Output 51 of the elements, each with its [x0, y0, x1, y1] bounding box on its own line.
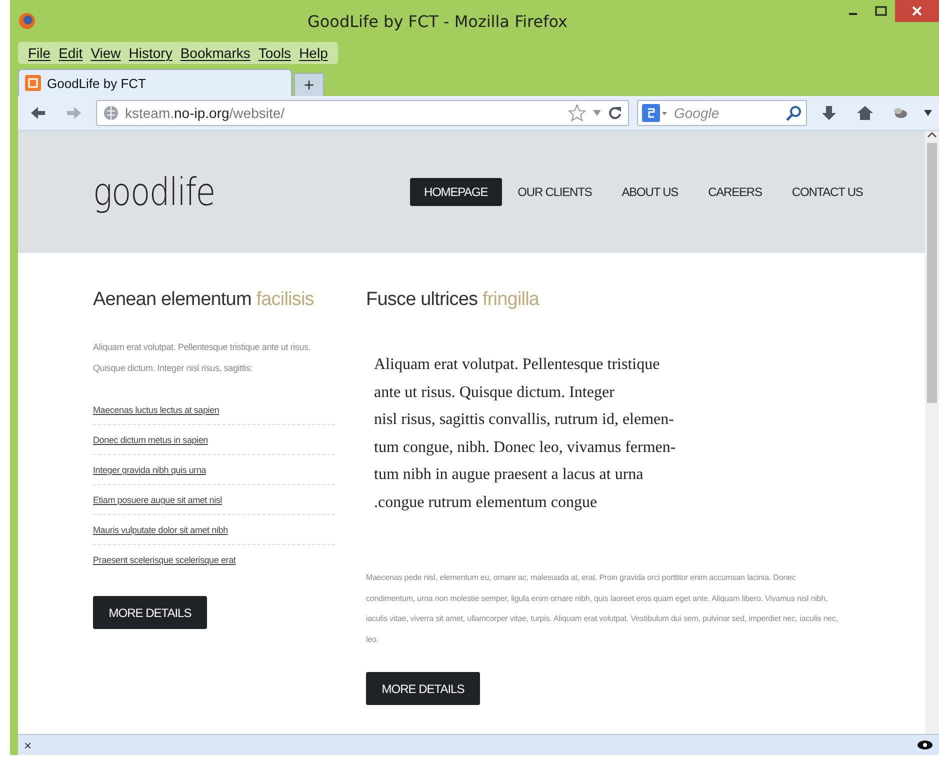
list-link[interactable]: Praesent scelerisque scelerisque erat [93, 555, 236, 565]
search-bar[interactable]: Google [637, 100, 807, 126]
nav-link[interactable]: OUR CLIENTS [504, 178, 606, 206]
menu-item[interactable]: File [24, 45, 55, 61]
reload-icon[interactable] [608, 106, 622, 120]
dropdown-icon[interactable] [592, 109, 602, 117]
menu-item[interactable]: Tools [254, 45, 296, 61]
menu-item[interactable]: Help [295, 45, 332, 61]
close-button[interactable] [895, 0, 939, 22]
more-details-button[interactable]: MORE DETAILS [93, 596, 207, 629]
list-link[interactable]: Etiam posuere augue sit amet nisl [93, 495, 222, 505]
star-icon[interactable] [568, 104, 586, 122]
browser-logo-icon [18, 12, 36, 30]
body-paragraph: Maecenas pede nisl, elementum eu, ornare ac, malesuada at, erat. Proin gravida orci porttitor enim accumsan lacinia. Donec condimentum, urna non molestie semper, ligula enim ornare nibh, quis laoreet eros quam eget ante. Aliquam libero. Vivamus nisl nibh, iaculis vitae, viverra sit amet, ullamcorper vitae, turpis. Aliquam erat volutpat. Vestibulum dui sem, pulvinar sed, imperdiet nec, iaculis nec, leo. [366, 572, 840, 646]
maximize-icon[interactable] [875, 6, 887, 16]
scrollbar[interactable] [925, 131, 939, 734]
close-addon-bar-button[interactable]: × [24, 738, 32, 752]
quote-paragraph: Aliquam erat volutpat. Pellentesque tristique ante ut risus. Quisque dictum. Integer nisl risus, sagittis convallis, rutrum id, elemen- tum congue, nibh. Donec leo, vivamus fermen- tum nibh in augue praesent a lacus at urna .congue rutrum elementum congue [374, 355, 677, 512]
menu-item[interactable]: Edit [54, 45, 87, 61]
menu-dropdown-icon[interactable] [923, 109, 933, 117]
site-favicon-icon [25, 75, 41, 91]
globe-icon [103, 105, 119, 121]
site-logo[interactable]: goodlife [93, 170, 362, 214]
browser-tab[interactable]: GoodLife by FCT [18, 69, 292, 96]
nav-link[interactable]: HOMEPAGE [410, 178, 502, 206]
eye-icon[interactable] [917, 740, 933, 750]
scroll-up-icon[interactable] [927, 131, 937, 139]
nav-link[interactable]: CONTACT US [778, 178, 877, 206]
list-link[interactable]: Maecenas luctus lectus at sapien [93, 405, 220, 415]
search-icon[interactable] [786, 105, 802, 121]
menu-item[interactable]: Bookmarks [176, 45, 254, 61]
intro-text: Aliquam erat volutpat. Pellentesque tristique ante ut risus. Quisque dictum. Integer nisl risus, sagittis: [93, 341, 312, 375]
url-text: ksteam.no-ip.org/website/ [125, 105, 286, 121]
nav-link[interactable]: CAREERS [694, 178, 776, 206]
section-heading: Fusce ultrices fringilla [366, 289, 540, 311]
home-icon[interactable] [856, 105, 874, 121]
more-details-button[interactable]: MORE DETAILS [366, 672, 480, 705]
menu-item[interactable]: View [86, 45, 125, 61]
list-link[interactable]: Mauris vulputate dolor sit amet nibh [93, 525, 228, 535]
list-link[interactable]: Donec dictum metus in sapien [93, 435, 208, 445]
window-title: GoodLife by FCT - Mozilla Firefox [306, 12, 569, 30]
download-icon[interactable] [822, 105, 836, 121]
nav-link[interactable]: ABOUT US [608, 178, 692, 206]
back-icon[interactable] [30, 106, 46, 120]
search-engine-icon[interactable] [642, 104, 668, 122]
close-icon[interactable] [912, 6, 922, 16]
section-heading: Aenean elementum facilisis [93, 289, 315, 311]
list-link[interactable]: Integer gravida nibh quis urna [93, 465, 206, 475]
new-tab-button[interactable]: + [294, 73, 324, 96]
menu-item[interactable]: History [124, 45, 176, 61]
address-bar[interactable]: ksteam.no-ip.org/website/ [96, 100, 629, 126]
